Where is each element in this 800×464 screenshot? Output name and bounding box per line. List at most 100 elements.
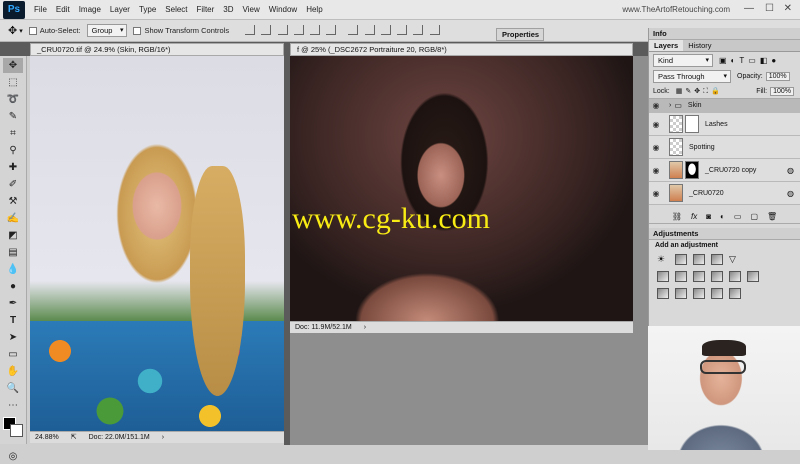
link-layers-icon[interactable]: ⛓ [672,212,682,221]
pen-tool-icon[interactable]: ✒ [3,296,23,311]
visibility-eye-icon[interactable]: ◉ [649,101,663,110]
visibility-eye-icon[interactable]: ◉ [649,189,663,198]
fill-input[interactable]: 100% [770,86,794,96]
type-tool-icon[interactable]: T [3,313,23,328]
distribute-bottom-icon[interactable] [380,24,391,35]
move-tool-icon[interactable]: ✥ [8,24,17,37]
quick-mask-icon[interactable]: ◎ [3,449,23,464]
zoom-tool-icon[interactable]: 🔍 [3,381,23,396]
levels-icon[interactable] [675,254,687,265]
align-center-icon[interactable] [310,24,321,35]
doc1-zoom-value[interactable]: 24.88% [35,432,59,443]
doc2-status-menu-icon[interactable]: › [364,322,366,333]
menu-view[interactable]: View [243,5,260,14]
minimize-button[interactable]: — [744,3,754,14]
align-right-icon[interactable] [326,24,337,35]
color-lookup-icon[interactable] [747,271,759,282]
group-expand-chevron-icon[interactable]: › [669,102,671,109]
menu-type[interactable]: Type [139,5,156,14]
black-white-icon[interactable] [693,271,705,282]
align-left-icon[interactable] [293,24,304,35]
menu-filter[interactable]: Filter [197,5,215,14]
brush-tool-icon[interactable]: ✐ [3,177,23,192]
photo-filter-icon[interactable] [711,271,723,282]
hand-tool-icon[interactable]: ✋ [3,364,23,379]
info-panel-tab[interactable]: Info [649,28,800,40]
layer-row[interactable]: ◉ Lashes [649,113,800,136]
tool-preset-chevron-icon[interactable]: ▾ [19,27,23,35]
path-select-tool-icon[interactable]: ➤ [3,330,23,345]
doc1-canvas-image[interactable] [30,56,284,431]
auto-select-checkbox[interactable] [28,26,37,35]
blend-mode-dropdown[interactable]: Pass Through [653,69,731,83]
visibility-eye-icon[interactable]: ◉ [649,166,663,175]
show-transform-checkbox[interactable] [133,26,142,35]
menu-select[interactable]: Select [165,5,187,14]
auto-select-dropdown[interactable]: Group [86,24,128,37]
doc1-tab[interactable]: _CRU0720.tif @ 24.9% (Skin, RGB/16*) [30,43,284,56]
menu-layer[interactable]: Layer [110,5,130,14]
quick-select-tool-icon[interactable]: ✎ [3,109,23,124]
layer-row[interactable]: ◉ › ▭ Skin [649,99,800,113]
eraser-tool-icon[interactable]: ◩ [3,228,23,243]
new-group-icon[interactable]: ▭ [734,212,742,221]
menu-window[interactable]: Window [269,5,297,14]
dodge-tool-icon[interactable]: ● [3,279,23,294]
brightness-icon[interactable]: ☀ [657,254,671,265]
hue-saturation-icon[interactable] [657,271,669,282]
color-balance-icon[interactable] [675,271,687,282]
color-swatches[interactable] [3,417,26,447]
menu-help[interactable]: Help [306,5,322,14]
menu-file[interactable]: File [34,5,47,14]
gradient-map-icon[interactable] [729,288,741,299]
distribute-center-icon[interactable] [413,24,424,35]
gradient-tool-icon[interactable]: ▤ [3,245,23,260]
crop-tool-icon[interactable]: ⌗ [3,126,23,141]
doc1-export-icon[interactable]: ⇱ [71,432,77,443]
layer-row[interactable]: ◉ _CRU0720 ◍ [649,182,800,205]
tab-layers[interactable]: Layers [649,40,684,51]
align-bottom-icon[interactable] [277,24,288,35]
curves-icon[interactable] [693,254,705,265]
history-brush-tool-icon[interactable]: ✍ [3,211,23,226]
menu-3d[interactable]: 3D [223,5,233,14]
doc2-tab[interactable]: f @ 25% (_DSC2672 Portraiture 20, RGB/8*… [290,43,633,56]
menu-image[interactable]: Image [79,5,101,14]
layer-mask-thumbnail[interactable] [685,115,699,133]
move-tool-icon[interactable]: ✥ [3,58,23,73]
maximize-button[interactable]: ☐ [765,3,774,14]
shape-tool-icon[interactable]: ▭ [3,347,23,362]
lasso-tool-icon[interactable]: ➰ [3,92,23,107]
visibility-eye-icon[interactable]: ◉ [649,143,663,152]
distribute-top-icon[interactable] [348,24,359,35]
filter-icons[interactable]: ▣◐T▭◧● [719,56,780,65]
align-middle-icon[interactable] [261,24,272,35]
channel-mixer-icon[interactable] [729,271,741,282]
opacity-input[interactable]: 100% [765,71,790,81]
visibility-eye-icon[interactable]: ◉ [649,120,663,129]
layer-row[interactable]: ◉ _CRU0720 copy ◍ [649,159,800,182]
eyedropper-tool-icon[interactable]: ⚲ [3,143,23,158]
kind-filter-dropdown[interactable]: Kind [653,53,713,67]
fx-icon[interactable]: fx [691,212,697,221]
new-layer-icon[interactable]: ▢ [750,212,758,221]
distribute-middle-icon[interactable] [364,24,375,35]
adjustments-panel-title[interactable]: Adjustments [649,228,800,240]
selective-color-icon[interactable] [711,288,723,299]
menu-edit[interactable]: Edit [56,5,70,14]
background-color-swatch[interactable] [10,424,23,437]
adjustment-layer-icon[interactable]: ◐ [720,212,725,221]
trash-icon[interactable]: 🗑 [767,212,777,221]
blur-tool-icon[interactable]: 💧 [3,262,23,277]
distribute-right-icon[interactable] [429,24,440,35]
vibrance-icon[interactable]: ▽ [729,254,743,265]
edit-toolbar-icon[interactable]: ⋯ [3,398,23,413]
posterize-icon[interactable] [675,288,687,299]
doc1-status-menu-icon[interactable]: › [162,432,164,443]
layer-mask-thumbnail[interactable] [685,161,699,179]
distribute-left-icon[interactable] [397,24,408,35]
invert-icon[interactable] [657,288,669,299]
align-top-icon[interactable] [245,24,256,35]
layer-row[interactable]: ◉ Spotting [649,136,800,159]
lock-icons[interactable]: ▦✎✥⛶🔒 [676,87,723,96]
